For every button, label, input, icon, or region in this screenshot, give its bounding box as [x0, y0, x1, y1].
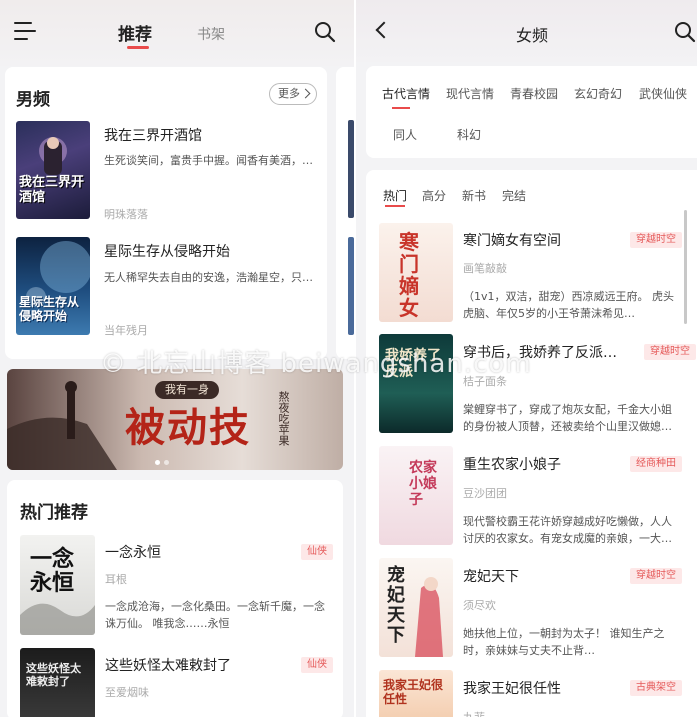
book-cover[interactable]: 农家小娘子 — [379, 446, 453, 545]
tab-recommend[interactable]: 推荐 — [118, 20, 152, 45]
genre-tag: 穿越时空 — [630, 232, 682, 248]
app-screens: 推荐 书架 男频 更多 我在三界开酒馆 我在三界开酒馆 生死谈笑间，富贵手中握。… — [0, 0, 697, 717]
back-arrow-icon[interactable] — [375, 21, 393, 39]
genre-tag: 穿越时空 — [644, 344, 696, 360]
category-item[interactable]: 古代言情 — [382, 85, 430, 102]
menu-icon[interactable] — [14, 22, 36, 42]
carousel-dot[interactable] — [164, 460, 169, 465]
book-title[interactable]: 星际生存从侵略开始 — [104, 241, 230, 261]
book-title[interactable]: 寒门嫡女有空间 — [463, 230, 561, 250]
category-item[interactable]: 同人 — [393, 126, 417, 143]
more-button[interactable]: 更多 — [269, 83, 317, 105]
book-desc: 无人稀罕失去自由的安逸，浩瀚星空，只… — [104, 271, 313, 284]
more-label: 更多 — [278, 87, 300, 100]
category-item[interactable]: 现代言情 — [446, 85, 494, 102]
subtab-top-rated[interactable]: 高分 — [422, 187, 446, 204]
category-panel: 古代言情 现代言情 青春校园 玄幻奇幻 武侠仙侠 同人 科幻 — [366, 66, 697, 158]
genre-tag: 仙侠 — [301, 544, 333, 560]
cover-title: 农家小娘子 — [409, 460, 437, 508]
banner-title: 被动技 — [125, 404, 251, 451]
cover-art-icon — [415, 577, 443, 657]
subtab-completed[interactable]: 完结 — [502, 187, 526, 204]
book-title[interactable]: 一念永恒 — [105, 542, 161, 562]
book-list: 热门 高分 新书 完结 寒门嫡女 寒门嫡女有空间 穿越时空 画笔敲敲 （1v1，… — [366, 170, 697, 717]
genre-tag: 古典架空 — [630, 680, 682, 696]
active-subtab-indicator — [385, 205, 405, 207]
subtab-new[interactable]: 新书 — [462, 187, 486, 204]
section-title: 热门推荐 — [20, 503, 88, 523]
category-item[interactable]: 科幻 — [457, 126, 481, 143]
promo-banner[interactable]: 我有一身 被动技 熬夜吃苹果 — [7, 369, 343, 470]
top-bar: 推荐 书架 — [0, 0, 354, 66]
tab-bookshelf[interactable]: 书架 — [197, 24, 225, 44]
carousel-dot-active[interactable] — [155, 460, 160, 465]
cover-title: 星际生存从侵略开始 — [19, 295, 80, 323]
genre-tag: 穿越时空 — [630, 568, 682, 584]
scrollbar[interactable] — [684, 210, 687, 324]
book-author: 须尽欢 — [463, 599, 496, 612]
book-desc: 一念成沧海，一念化桑田。一念斩千魔，一念诛万仙。 唯我念……永恒 — [105, 600, 325, 630]
category-item[interactable]: 武侠仙侠 — [639, 85, 687, 102]
book-desc: （1v1，双洁，甜宠）西凉威远王府。 虎头虎脑、年仅5岁的小王爷萧沫希见… — [463, 290, 675, 320]
book-title[interactable]: 这些妖怪太难敕封了 — [105, 655, 231, 675]
book-author: 耳根 — [105, 573, 127, 586]
peek-cover — [348, 120, 354, 218]
top-bar: 女频 — [356, 0, 697, 62]
banner-author: 熬夜吃苹果 — [277, 391, 290, 446]
book-title[interactable]: 重生农家小娘子 — [463, 454, 561, 474]
book-cover[interactable]: 我家王妃很任性 — [379, 670, 453, 717]
book-desc: 棠鲤穿书了，穿成了炮灰女配，千金大小姐的身份被人顶替，还被卖给个山里汉做媳… — [463, 403, 672, 433]
book-author: 豆沙团团 — [463, 487, 507, 500]
book-author: 九菲 — [463, 709, 485, 717]
male-section: 男频 更多 我在三界开酒馆 我在三界开酒馆 生死谈笑间，富贵手中握。闻香有美酒，… — [5, 67, 327, 359]
book-author: 至爱烟味 — [105, 686, 149, 699]
active-category-indicator — [392, 107, 410, 109]
genre-tag: 经商种田 — [630, 456, 682, 472]
cover-title: 一念永恒 — [30, 546, 75, 596]
book-cover[interactable]: 一念永恒 — [20, 535, 95, 635]
cover-title: 我家王妃很任性 — [383, 678, 444, 706]
book-cover[interactable]: 宠妃天下 — [379, 558, 453, 657]
book-author: 画笔敲敲 — [463, 262, 507, 275]
book-author: 当年残月 — [104, 324, 148, 337]
book-title[interactable]: 我家王妃很任性 — [463, 678, 561, 698]
book-cover[interactable]: 寒门嫡女 — [379, 223, 453, 322]
search-icon[interactable] — [674, 21, 696, 43]
book-desc: 生死谈笑间，富贵手中握。闻香有美酒，… — [104, 154, 313, 167]
active-tab-indicator — [127, 46, 149, 49]
genre-tag: 仙侠 — [301, 657, 333, 673]
cover-title: 寒门嫡女 — [399, 230, 419, 320]
book-title[interactable]: 我在三界开酒馆 — [104, 125, 202, 145]
book-desc: 现代警校霸王花许娇穿越成好吃懒做，人人讨厌的农家女。有宠女成魔的亲娘，一大… — [463, 515, 672, 545]
chevron-right-icon — [300, 88, 311, 99]
book-desc: 她扶他上位，一朝封为太子！ 谁知生产之时，亲妹妹与丈夫不止背… — [463, 627, 665, 657]
search-icon[interactable] — [314, 21, 336, 43]
book-title[interactable]: 宠妃天下 — [463, 566, 519, 586]
page-title: 女频 — [516, 26, 549, 45]
subtab-hot[interactable]: 热门 — [383, 187, 407, 204]
watermark: © 北忘山博客 beiwangshan.com — [100, 349, 532, 379]
book-author: 明珠落落 — [104, 208, 148, 221]
cover-title: 这些妖怪太难敕封了 — [26, 662, 81, 688]
next-section-peek[interactable] — [336, 67, 354, 359]
section-title: 男频 — [16, 90, 50, 110]
hot-section: 热门推荐 一念永恒 一念永恒 仙侠 耳根 一念成沧海，一念化桑田。一念斩千魔，一… — [7, 480, 343, 717]
book-cover[interactable]: 星际生存从侵略开始 — [16, 237, 90, 335]
cover-title: 我在三界开酒馆 — [19, 175, 85, 205]
peek-cover — [348, 237, 354, 335]
category-item[interactable]: 玄幻奇幻 — [574, 85, 622, 102]
book-cover[interactable]: 我在三界开酒馆 — [16, 121, 90, 219]
book-cover[interactable]: 这些妖怪太难敕封了 — [20, 648, 95, 717]
category-item[interactable]: 青春校园 — [510, 85, 558, 102]
